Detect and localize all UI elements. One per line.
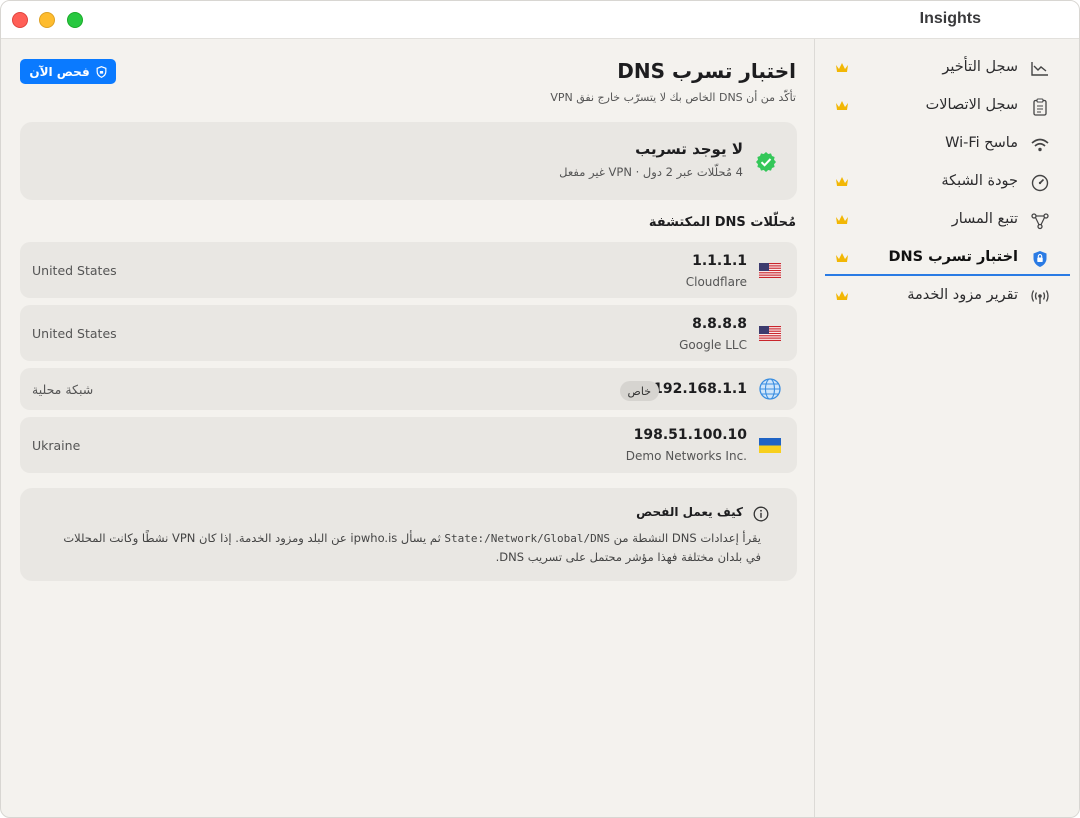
page-title: اختبار تسرب DNS [617, 59, 796, 83]
clipboard-icon [1030, 97, 1050, 117]
resolver-country: Ukraine [32, 438, 81, 453]
sidebar-item-latency-log[interactable]: سجل التأخير [825, 52, 1070, 86]
info-icon [753, 506, 769, 522]
minimize-window-button[interactable] [39, 12, 55, 28]
resolver-country: United States [32, 263, 117, 278]
info-code: State:/Network/Global/DNS [444, 532, 610, 545]
globe-icon [759, 378, 781, 400]
shield-icon [1030, 249, 1050, 269]
resolver-ip: 192.168.1.1 [653, 381, 747, 397]
crown-icon [836, 63, 848, 72]
scan-now-button[interactable]: فحص الآن [20, 59, 116, 84]
info-title: كيف يعمل الفحص [636, 505, 743, 519]
sidebar-item-traceroute[interactable]: تتبع المسار [825, 204, 1070, 238]
status-card: لا يوجد تسريب 4 مُحلّلات عبر 2 دول · VPN… [20, 122, 797, 200]
app-window: Insights سجل التأخير سجل الاتصالات ماسح … [0, 0, 1080, 818]
sidebar-item-network-quality[interactable]: جودة الشبكة [825, 166, 1070, 200]
info-card: كيف يعمل الفحص يقرأ إعدادات DNS النشطة م… [20, 488, 797, 581]
page-subtitle: تأكّد من أن DNS الخاص بك لا يتسرّب خارج … [550, 91, 796, 104]
status-title: لا يوجد تسريب [635, 140, 743, 158]
gauge-icon [1030, 173, 1050, 193]
private-badge: خاص [619, 381, 659, 401]
ua-flag-icon [759, 438, 781, 453]
resolver-ip: 8.8.8.8 [692, 316, 747, 332]
resolver-row: 8.8.8.8 Google LLC United States [20, 305, 797, 361]
sidebar-item-connections-log[interactable]: سجل الاتصالات [825, 90, 1070, 124]
sidebar: سجل التأخير سجل الاتصالات ماسح Wi-Fi جود… [814, 39, 1079, 817]
info-text: يقرأ إعدادات DNS النشطة من [613, 531, 761, 545]
antenna-icon [1030, 287, 1050, 307]
sidebar-item-isp-report[interactable]: تقرير مزود الخدمة [825, 280, 1070, 314]
resolver-ip: 1.1.1.1 [692, 253, 747, 269]
title-bar: Insights [1, 1, 1079, 39]
sidebar-item-label: ماسح Wi-Fi [945, 135, 1018, 151]
chart-icon [1030, 59, 1050, 79]
status-detail: 4 مُحلّلات عبر 2 دول · VPN غير مفعل [559, 165, 743, 179]
sidebar-item-label: اختبار تسرب DNS [888, 249, 1018, 265]
crown-icon [836, 215, 848, 224]
crown-icon [836, 101, 848, 110]
scan-now-label: فحص الآن [29, 64, 90, 79]
sidebar-item-label: تقرير مزود الخدمة [907, 287, 1018, 303]
window-title: Insights [919, 10, 981, 27]
resolver-country: United States [32, 326, 117, 341]
resolver-org: Cloudflare [685, 275, 747, 289]
crown-icon [836, 177, 848, 186]
sidebar-item-label: سجل الاتصالات [925, 97, 1018, 113]
main-content: فحص الآن اختبار تسرب DNS تأكّد من أن DNS… [1, 39, 816, 817]
sidebar-item-label: جودة الشبكة [941, 173, 1018, 189]
resolver-org: Demo Networks Inc. [625, 449, 747, 463]
info-body: يقرأ إعدادات DNS النشطة من State:/Networ… [56, 529, 761, 567]
us-flag-icon [759, 326, 781, 341]
shield-icon [96, 65, 107, 78]
close-window-button[interactable] [12, 12, 28, 28]
sidebar-item-wifi-scanner[interactable]: ماسح Wi-Fi [825, 128, 1070, 162]
crown-icon [836, 253, 848, 262]
sidebar-item-dns-leak-test[interactable]: اختبار تسرب DNS [825, 242, 1070, 276]
resolver-org: Google LLC [679, 338, 747, 352]
us-flag-icon [759, 263, 781, 278]
verified-check-icon [756, 152, 776, 172]
zoom-window-button[interactable] [67, 12, 83, 28]
resolver-row: 198.51.100.10 Demo Networks Inc. Ukraine [20, 417, 797, 473]
resolver-row: 192.168.1.1 خاص شبكة محلية [20, 368, 797, 410]
route-icon [1030, 211, 1050, 231]
resolver-ip: 198.51.100.10 [633, 427, 747, 443]
sidebar-item-label: تتبع المسار [951, 211, 1018, 227]
sidebar-item-label: سجل التأخير [942, 59, 1018, 75]
crown-icon [836, 291, 848, 300]
resolver-country: شبكة محلية [32, 382, 94, 397]
resolvers-heading: مُحلّلات DNS المكتشفة [648, 215, 796, 230]
resolver-row: 1.1.1.1 Cloudflare United States [20, 242, 797, 298]
wifi-icon [1030, 135, 1050, 155]
